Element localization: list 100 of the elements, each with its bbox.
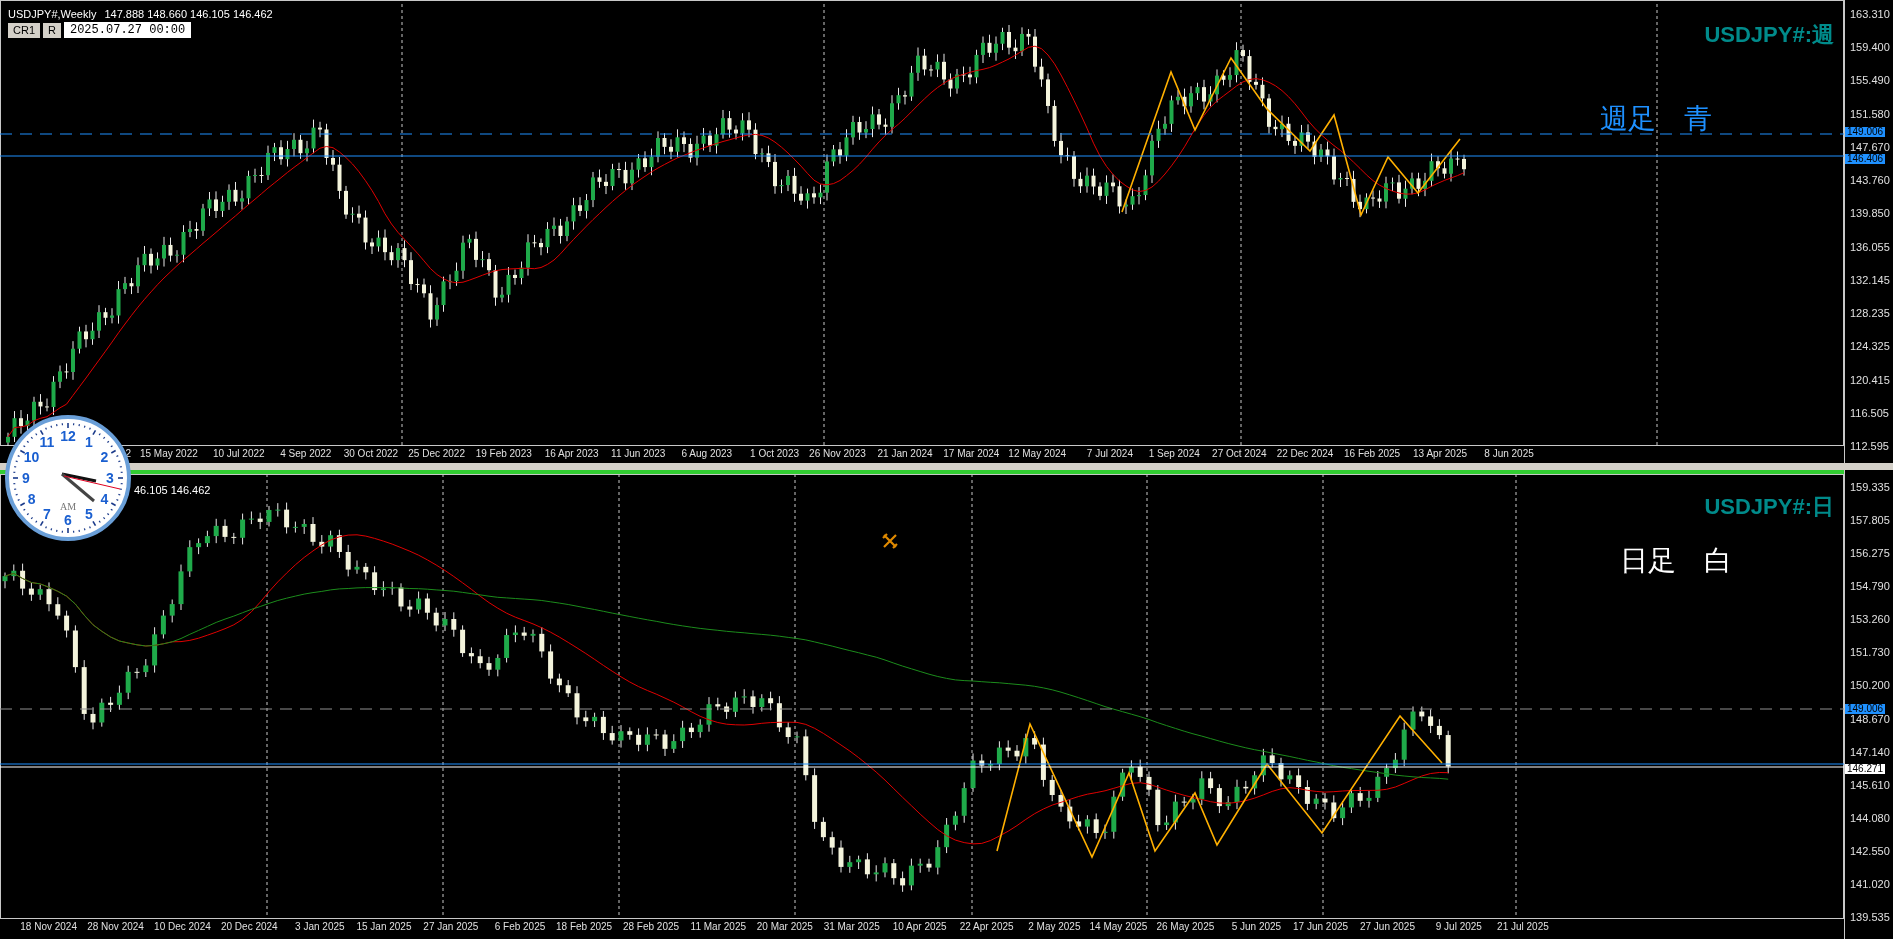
clock-numeral: 1 <box>85 433 93 450</box>
clock-numeral: 7 <box>43 506 51 523</box>
price-label: 157.805 <box>1850 514 1890 526</box>
date-label: 20 Dec 2024 <box>220 922 278 932</box>
date-label: 6 Feb 2025 <box>494 922 546 932</box>
date-field[interactable]: 2025.07.27 00:00 <box>63 22 192 39</box>
date-label: 22 Dec 2024 <box>1276 449 1334 459</box>
price-label: 147.140 <box>1850 746 1890 758</box>
date-label: 8 Jun 2025 <box>1484 449 1534 459</box>
chart-note: 週足 青 <box>1600 102 1712 136</box>
date-label: 9 Jul 2025 <box>1435 922 1482 932</box>
date-label: 17 Jun 2025 <box>1293 922 1349 932</box>
date-label: 17 Mar 2024 <box>943 449 1000 459</box>
clock-numeral: 8 <box>27 491 36 507</box>
date-label: 11 Mar 2025 <box>690 922 746 932</box>
chart-note: 日足 白 <box>1620 544 1732 578</box>
date-label: 10 Jul 2022 <box>212 449 265 459</box>
price-label: 159.400 <box>1850 41 1890 53</box>
date-label: 26 May 2025 <box>1156 922 1215 932</box>
price-label: 141.020 <box>1850 878 1890 890</box>
clock-numeral: 2 <box>100 449 109 465</box>
date-label: 21 Jan 2024 <box>877 449 933 459</box>
hour-hand <box>61 472 97 483</box>
price-label: 142.550 <box>1850 845 1890 857</box>
price-label: 112.595 <box>1850 440 1889 452</box>
clock-numeral: 6 <box>64 512 72 528</box>
date-label: 1 Oct 2023 <box>750 449 799 459</box>
price-label: 116.505 <box>1850 407 1889 419</box>
date-label: 31 Mar 2025 <box>823 922 880 932</box>
date-label: 26 Nov 2023 <box>809 449 866 459</box>
date-label: 10 Apr 2025 <box>892 922 947 932</box>
price-label: 147.670 <box>1850 141 1890 153</box>
price-marker: 146.271 <box>1845 764 1886 774</box>
chart-button[interactable]: CR1 <box>8 22 40 38</box>
date-label: 27 Oct 2024 <box>1212 449 1267 459</box>
crossed-tools-icon <box>881 532 899 550</box>
date-label: 21 Jul 2025 <box>1497 922 1549 932</box>
symbol-label: USDJPY#,Weekly <box>8 7 97 22</box>
date-label: 28 Nov 2024 <box>87 922 144 932</box>
date-label: 4 Sep 2022 <box>280 449 332 459</box>
date-label: 5 Jun 2025 <box>1231 922 1282 932</box>
clock-numeral: 3 <box>106 470 114 486</box>
chart-title: USDJPY#:日 <box>1704 493 1834 521</box>
price-label: 163.310 <box>1850 8 1890 20</box>
price-label: 150.200 <box>1850 679 1890 691</box>
clock-period-label: AM <box>59 501 77 512</box>
clock-numeral: 5 <box>85 506 93 523</box>
price-label: 153.260 <box>1850 613 1890 625</box>
date-label: 13 Apr 2025 <box>1413 449 1467 459</box>
date-label: 11 Jun 2023 <box>611 449 666 459</box>
price-readout: 46.105 146.462 <box>134 483 211 498</box>
price-label: 139.850 <box>1850 207 1890 219</box>
date-label: 12 May 2024 <box>1008 449 1067 459</box>
price-label: 155.490 <box>1850 74 1890 86</box>
price-label: 156.275 <box>1850 547 1890 559</box>
date-label: 6 Aug 2023 <box>681 449 733 459</box>
date-label: 18 Feb 2025 <box>556 922 613 932</box>
date-label: 16 Feb 2025 <box>1344 449 1401 459</box>
clock-numeral: 9 <box>22 470 30 486</box>
price-readout: 147.888 148.660 146.105 146.462 <box>104 7 273 22</box>
price-label: 132.145 <box>1850 274 1890 286</box>
date-label: 19 Feb 2023 <box>475 449 532 459</box>
date-label: 28 Feb 2025 <box>622 922 680 932</box>
clock-numeral: 4 <box>100 491 109 507</box>
price-marker: 146.406 <box>1845 154 1886 164</box>
chart-button[interactable]: R <box>43 22 61 38</box>
clock-numeral: 10 <box>23 449 40 465</box>
price-marker: 149.006 <box>1845 704 1886 714</box>
date-label: 10 Dec 2024 <box>154 922 211 932</box>
price-label: 144.080 <box>1850 812 1890 824</box>
date-label: 22 Apr 2025 <box>959 922 1014 932</box>
price-label: 151.730 <box>1850 646 1890 658</box>
price-label: 154.790 <box>1850 580 1890 592</box>
date-label: 1 Sep 2024 <box>1148 449 1200 459</box>
date-label: 20 Mar 2025 <box>756 922 813 932</box>
price-label: 143.760 <box>1850 174 1890 186</box>
price-label: 136.055 <box>1850 241 1890 253</box>
price-label: 128.235 <box>1850 307 1890 319</box>
clock-numeral: 12 <box>60 428 76 444</box>
date-label: 18 Nov 2024 <box>20 922 77 932</box>
price-label: 139.535 <box>1850 911 1890 923</box>
date-label: 14 May 2025 <box>1089 922 1148 932</box>
date-label: 27 Jan 2025 <box>423 922 479 932</box>
date-label: 27 Jun 2025 <box>1359 922 1415 932</box>
price-marker: 149.006 <box>1845 127 1886 137</box>
second-hand <box>63 475 121 490</box>
price-label: 159.335 <box>1850 481 1890 493</box>
date-label: 2 May 2025 <box>1028 922 1081 932</box>
price-label: 148.670 <box>1850 713 1890 725</box>
date-label: 7 Jul 2024 <box>1086 449 1133 459</box>
date-label: 25 Dec 2022 <box>408 449 465 459</box>
chart-title: USDJPY#:週 <box>1704 21 1834 49</box>
date-label: 30 Oct 2022 <box>343 449 399 459</box>
minute-hand <box>61 472 95 503</box>
date-label: 3 Jan 2025 <box>295 922 345 932</box>
date-label: 15 May 2022 <box>139 449 198 459</box>
date-label: 16 Apr 2023 <box>544 449 599 459</box>
date-label: 15 Jan 2025 <box>356 922 412 932</box>
price-label: 120.415 <box>1850 374 1890 385</box>
clock-numeral: 11 <box>39 433 55 450</box>
